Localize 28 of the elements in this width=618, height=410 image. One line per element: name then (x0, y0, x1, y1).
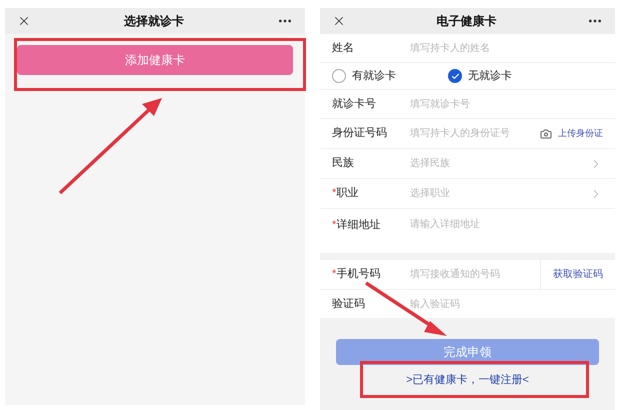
input-field[interactable]: 输入验证码 (410, 296, 603, 312)
page-title: 选择就诊卡 (124, 13, 184, 30)
field-label: *职业 (332, 186, 360, 202)
checked-radio-icon (448, 69, 462, 83)
field-label: *详细地址 (332, 218, 382, 233)
close-icon[interactable] (17, 14, 31, 28)
close-icon[interactable] (332, 14, 346, 28)
field-label: 民族 (332, 156, 355, 172)
field-label: *手机号码 (332, 267, 382, 282)
get-code-button[interactable]: 获取验证码 (553, 267, 603, 282)
input-field[interactable]: 填写接收通知的号码 (410, 267, 540, 282)
field-label: 就诊卡号 (332, 96, 377, 112)
input-field[interactable]: 请输入详细地址 (410, 217, 603, 232)
radio-icon (332, 69, 346, 83)
field-label: 身份证号码 (332, 126, 388, 142)
input-field[interactable]: 选择职业 (410, 186, 589, 201)
register-link[interactable]: >已有健康卡，一键注册< (406, 372, 529, 388)
radio-option[interactable]: 无就诊卡 (448, 68, 512, 84)
input-field[interactable]: 填写就诊卡号 (410, 96, 603, 112)
input-field[interactable]: 填写持卡人的身份证号 (410, 126, 540, 141)
field-label: 姓名 (332, 40, 355, 56)
input-field[interactable]: 选择民族 (410, 156, 589, 171)
field-label: 验证码 (332, 296, 366, 312)
page-title: 电子健康卡 (436, 13, 496, 30)
upload-link[interactable]: 上传身份证 (558, 126, 603, 140)
input-field[interactable]: 填写持卡人的姓名 (410, 40, 603, 56)
radio-option[interactable]: 有就诊卡 (332, 68, 396, 84)
camera-icon[interactable] (540, 128, 552, 140)
